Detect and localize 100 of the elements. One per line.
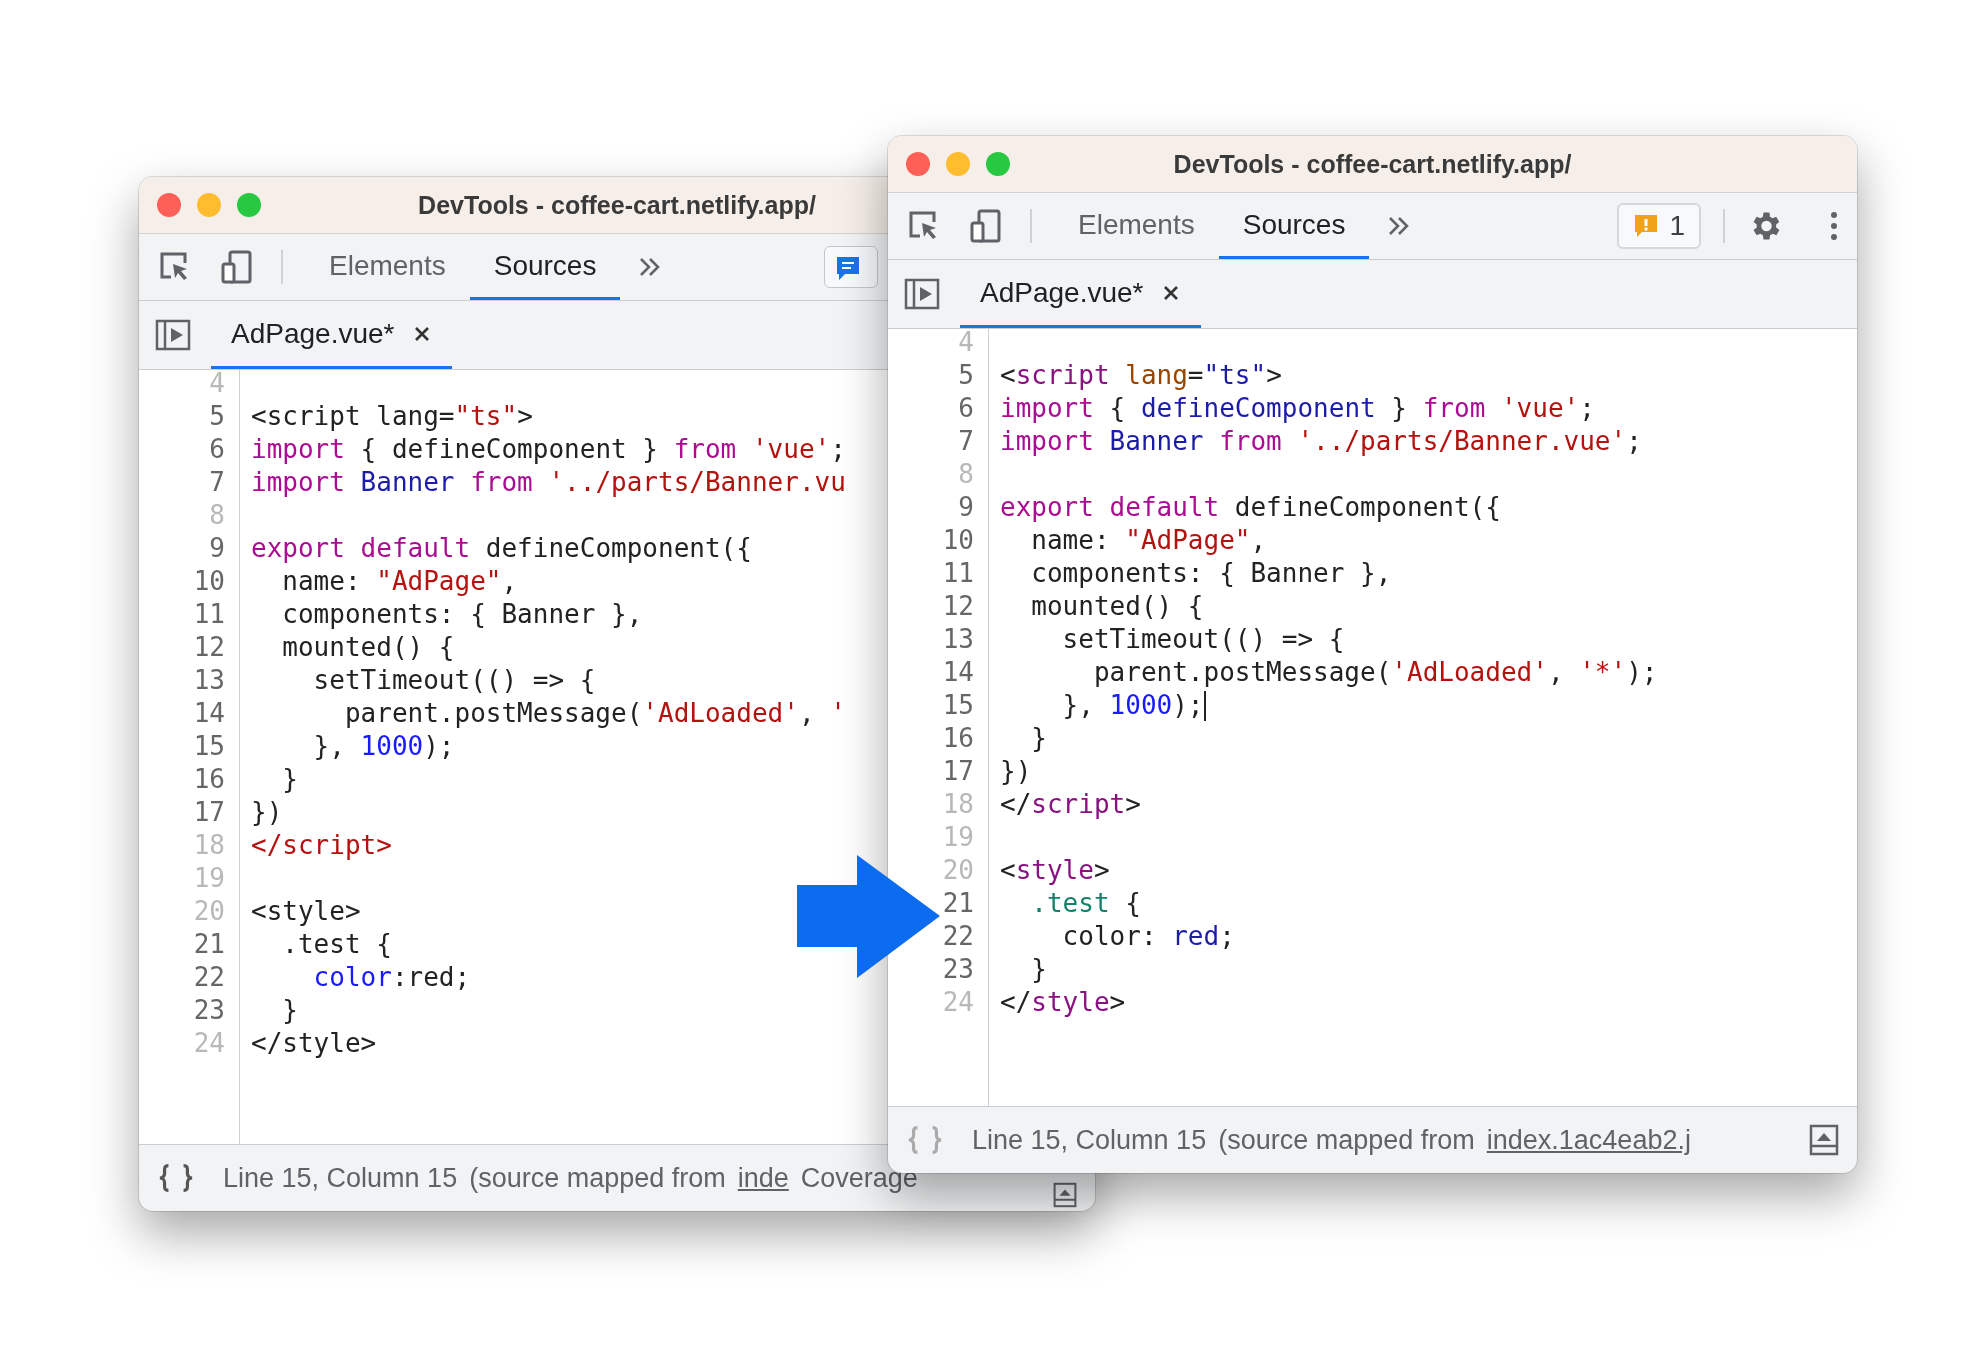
panel-tab[interactable]: Elements [1054, 193, 1219, 259]
code-line: mounted() { [281, 631, 455, 664]
source-map-link[interactable]: inde [737, 1162, 789, 1194]
code-line: }, 1000); [312, 730, 455, 763]
line-number: 5 [208, 400, 225, 433]
line-number: 20 [941, 854, 974, 887]
line-number: 9 [957, 491, 974, 524]
code-line: }, 1000); [1061, 689, 1204, 722]
line-number: 22 [192, 961, 225, 994]
line-number: 13 [941, 623, 974, 656]
line-number: 8 [957, 458, 974, 491]
code-line: export default defineComponent({ [1000, 491, 1501, 524]
line-number: 16 [192, 763, 225, 796]
drawer-toggle-icon[interactable] [1053, 1182, 1077, 1208]
line-number: 12 [941, 590, 974, 623]
line-number: 6 [957, 392, 974, 425]
code-line: <style> [251, 895, 361, 928]
line-number: 24 [192, 1027, 225, 1060]
close-window-button[interactable] [157, 193, 181, 217]
code-line: components: { Banner }, [1030, 557, 1392, 590]
code-line: setTimeout(() => { [312, 664, 596, 697]
navigator-toggle-icon[interactable] [904, 278, 940, 310]
line-number: 21 [941, 887, 974, 920]
line-number: 17 [941, 755, 974, 788]
source-map-label: (source mapped from [1218, 1124, 1475, 1156]
code-line: } [1030, 953, 1047, 986]
line-number: 11 [941, 557, 974, 590]
navigator-toggle-icon[interactable] [155, 319, 191, 351]
line-number: 18 [192, 829, 225, 862]
code-line: components: { Banner }, [281, 598, 643, 631]
pretty-print-icon[interactable] [157, 1162, 195, 1194]
code-line: }) [1000, 755, 1032, 788]
code-line: color:red; [312, 961, 471, 994]
device-icon[interactable] [219, 249, 255, 285]
code-line: import { defineComponent } from 'vue'; [251, 433, 846, 466]
code-line: .test { [1030, 887, 1141, 920]
line-number: 19 [192, 862, 225, 895]
code-line: color: red; [1061, 920, 1235, 953]
code-line: } [1030, 722, 1047, 755]
panel-tab[interactable]: Sources [1218, 193, 1370, 259]
code-line: </script> [251, 829, 392, 862]
line-number: 13 [192, 664, 225, 697]
line-number: 4 [957, 329, 974, 359]
code-line: parent.postMessage('AdLoaded', ' [343, 697, 846, 730]
code-line: } [281, 763, 298, 796]
line-number: 9 [208, 532, 225, 565]
line-number: 14 [941, 656, 974, 689]
window-title: DevTools - coffee-cart.netlify.app/ [1173, 149, 1572, 179]
line-number: 24 [941, 986, 974, 1019]
line-number: 12 [192, 631, 225, 664]
code-line: <script lang="ts"> [251, 400, 533, 433]
cursor-position: Line 15, Column 15 [972, 1124, 1207, 1156]
code-line: import { defineComponent } from 'vue'; [1000, 392, 1595, 425]
line-number: 23 [192, 994, 225, 1027]
panel-tab[interactable]: Elements [305, 234, 470, 300]
code-line: </script> [1000, 788, 1141, 821]
code-line: export default defineComponent({ [251, 532, 752, 565]
source-map-label: (source mapped from [469, 1162, 726, 1194]
line-number: 14 [192, 697, 225, 730]
line-number: 23 [941, 953, 974, 986]
code-line: name: "AdPage", [281, 565, 518, 598]
cursor-position: Line 15, Column 15 [223, 1162, 458, 1194]
code-line: </style> [251, 1027, 377, 1060]
code-line: setTimeout(() => { [1061, 623, 1345, 656]
code-line: parent.postMessage('AdLoaded', '*'); [1092, 656, 1658, 689]
line-number: 4 [208, 370, 225, 400]
issues-button[interactable]: 1 [1617, 203, 1701, 249]
line-number: 21 [192, 928, 225, 961]
line-number: 11 [192, 598, 225, 631]
line-number: 8 [208, 499, 225, 532]
line-number: 15 [941, 689, 974, 722]
drawer-toggle-icon[interactable] [1809, 1124, 1839, 1156]
close-window-button[interactable] [906, 152, 930, 176]
code-line: </style> [1000, 986, 1126, 1019]
code-line: } [281, 994, 298, 1027]
line-number: 22 [941, 920, 974, 953]
device-icon[interactable] [968, 208, 1004, 244]
code-line: <style> [1000, 854, 1110, 887]
warning-icon [1633, 213, 1660, 239]
code-line: import Banner from '../parts/Banner.vu [251, 466, 846, 499]
code-line: name: "AdPage", [1030, 524, 1267, 557]
line-number: 10 [192, 565, 225, 598]
code-line: .test { [281, 928, 392, 961]
line-number: 10 [941, 524, 974, 557]
more-options-icon[interactable] [1829, 210, 1839, 242]
line-number: 17 [192, 796, 225, 829]
line-number: 5 [957, 359, 974, 392]
code-line: <script lang="ts"> [1000, 359, 1282, 392]
line-number: 6 [208, 433, 225, 466]
line-number: 16 [941, 722, 974, 755]
panel-tab[interactable]: Sources [469, 234, 621, 300]
line-number: 15 [192, 730, 225, 763]
line-number: 7 [208, 466, 225, 499]
code-line: import Banner from '../parts/Banner.vue'; [1000, 425, 1642, 458]
source-map-link[interactable]: index.1ac4eab2.j [1486, 1124, 1691, 1156]
coverage-label[interactable]: Coverage [800, 1162, 918, 1194]
line-number: 20 [192, 895, 225, 928]
messages-button[interactable] [824, 246, 879, 288]
line-number: 19 [941, 821, 974, 854]
code-line: mounted() { [1030, 590, 1204, 623]
